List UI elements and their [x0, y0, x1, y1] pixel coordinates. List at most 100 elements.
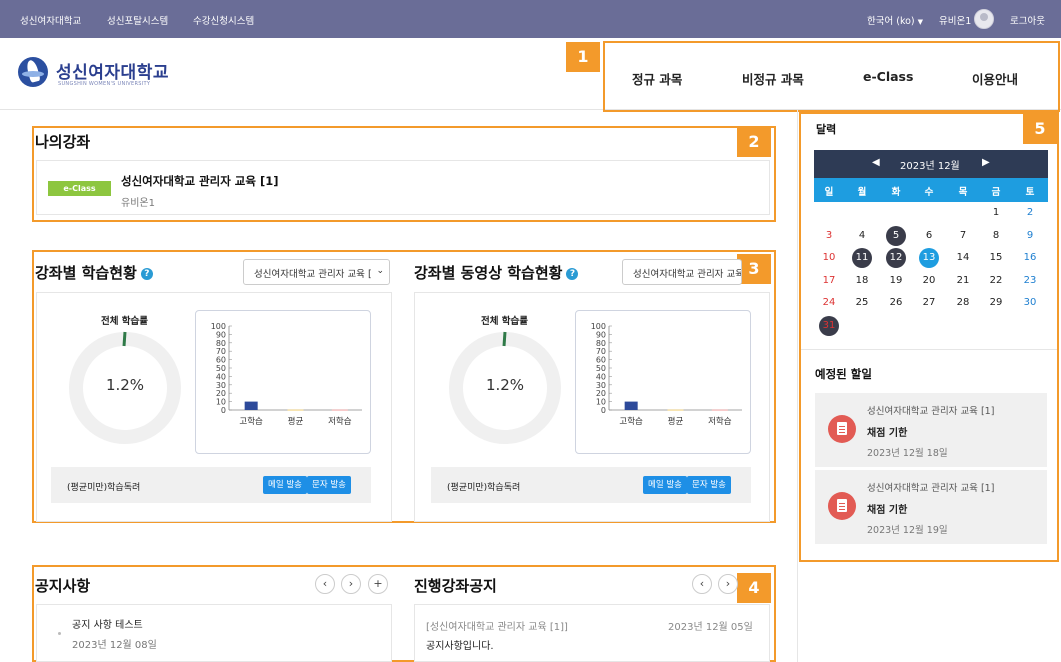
callout-1: 1 [566, 42, 600, 72]
calendar-day[interactable]: 17 [819, 271, 839, 291]
nav-irregular-course[interactable]: 비정규 과목 [742, 69, 804, 88]
calendar-day[interactable]: 24 [819, 293, 839, 313]
calendar-day[interactable]: 20 [919, 271, 939, 291]
notice-title[interactable]: 공지 사항 테스트 [72, 616, 143, 631]
todo-item[interactable]: 성신여자대학교 관리자 교육 [1] 채점 기한 2023년 12월 19일 [815, 470, 1047, 544]
logout-link[interactable]: 로그아웃 [1010, 13, 1045, 27]
callout-2: 2 [737, 127, 771, 157]
calendar-day[interactable]: 30 [1020, 293, 1040, 313]
calendar-day[interactable]: 12 [886, 248, 906, 268]
document-icon [828, 415, 856, 443]
callout-4: 4 [737, 573, 771, 603]
calendar-day[interactable]: 25 [852, 293, 872, 313]
weekday-label: 수 [924, 187, 934, 198]
course-notice-date: 2023년 12월 05일 [668, 622, 753, 633]
encourage-label: (평균미만)학습독려 [447, 483, 521, 493]
nav-eclass[interactable]: e-Class [863, 69, 913, 84]
calendar-day[interactable]: 19 [886, 271, 906, 291]
sms-send-button[interactable]: 문자 발송 [687, 476, 731, 494]
university-logo-icon[interactable] [18, 57, 48, 87]
bar-2 [711, 409, 728, 411]
calendar-day[interactable]: 21 [953, 271, 973, 291]
weekday-label: 일 [824, 187, 834, 198]
calendar-day[interactable]: 18 [852, 271, 872, 291]
mail-send-button[interactable]: 메일 발송 [643, 476, 687, 494]
calendar-day[interactable]: 2 [1020, 203, 1040, 223]
calendar-day[interactable]: 11 [852, 248, 872, 268]
study-course-select[interactable]: 성신여자대학교 관리자 교육 [⌄ [243, 259, 390, 285]
prev-arrow-icon[interactable]: ‹ [315, 574, 335, 594]
progress-tick [122, 331, 127, 347]
weekday-label: 월 [857, 187, 867, 198]
video-course-select[interactable]: 성신여자대학교 관리자 교육 [ [622, 259, 742, 285]
add-plus-icon[interactable]: + [368, 574, 388, 594]
next-arrow-icon[interactable]: › [718, 574, 738, 594]
mail-send-button[interactable]: 메일 발송 [263, 476, 307, 494]
calendar-day[interactable]: 23 [1020, 271, 1040, 291]
calendar-day[interactable]: 15 [986, 248, 1006, 268]
calendar-day[interactable]: 22 [986, 271, 1006, 291]
link-registration[interactable]: 수강신청시스템 [193, 13, 254, 27]
next-month-icon[interactable]: ▶ [982, 157, 990, 168]
calendar-header: ◀ 2023년 12월 ▶ [814, 150, 1048, 178]
prev-month-icon[interactable]: ◀ [872, 157, 880, 168]
nav-regular-course[interactable]: 정규 과목 [632, 69, 682, 88]
help-icon[interactable]: ? [566, 268, 579, 280]
next-arrow-icon[interactable]: › [341, 574, 361, 594]
calendar-title: 달력 [816, 123, 837, 136]
progress-percent: 1.2% [485, 376, 525, 394]
bar-1 [287, 409, 304, 411]
progress-tick [502, 331, 507, 347]
help-icon[interactable]: ? [140, 268, 153, 280]
bullet-icon [58, 632, 61, 635]
weekday-label: 화 [891, 187, 901, 198]
encourage-label: (평균미만)학습독려 [67, 483, 141, 493]
calendar-day[interactable]: 9 [1020, 226, 1040, 246]
study-course-select-value: 성신여자대학교 관리자 교육 [ [254, 269, 372, 280]
calendar-day[interactable]: 10 [819, 248, 839, 268]
course-professor: 유비온1 [121, 198, 155, 209]
calendar-day[interactable]: 4 [852, 226, 872, 246]
prev-arrow-icon[interactable]: ‹ [692, 574, 712, 594]
x-category-label: 저학습 [708, 416, 732, 427]
calendar-day[interactable]: 29 [986, 293, 1006, 313]
avatar[interactable] [974, 9, 994, 29]
bar-2 [331, 409, 348, 411]
calendar-day[interactable]: 16 [1020, 248, 1040, 268]
calendar-day[interactable]: 3 [819, 226, 839, 246]
video-status-title-text: 강좌별 동영상 학습현황 [414, 264, 563, 282]
calendar-day[interactable]: 31 [819, 315, 839, 336]
course-notice-text[interactable]: 공지사항입니다. [426, 637, 494, 652]
course-notices-card [414, 604, 770, 662]
calendar-day[interactable]: 13 [919, 248, 939, 268]
logo-text[interactable]: 성신여자대학교 [56, 58, 169, 83]
calendar-day[interactable]: 27 [919, 293, 939, 313]
progress-donut: 1.2% [449, 331, 561, 444]
logo-subtitle: SUNGSHIN WOMEN'S UNIVERSITY [58, 81, 151, 87]
x-category-label: 평균 [288, 416, 304, 427]
calendar-day[interactable]: 5 [886, 225, 906, 246]
column-divider [797, 110, 798, 662]
course-name[interactable]: 성신여자대학교 관리자 교육 [1] [121, 173, 278, 189]
calendar-day[interactable]: 7 [953, 226, 973, 246]
calendar-day[interactable]: 26 [886, 293, 906, 313]
calendar-day[interactable]: 28 [953, 293, 973, 313]
x-category-label: 고학습 [619, 416, 643, 427]
calendar-day[interactable]: 14 [953, 248, 973, 268]
weekday-label: 목 [958, 187, 968, 198]
link-portal[interactable]: 성신포탈시스템 [107, 13, 168, 27]
calendar-day[interactable]: 8 [986, 226, 1006, 246]
video-bar-chart: 100 90 80 70 60 50 40 30 20 10 0 고학습 평균 저학습 [575, 310, 751, 454]
calendar-day[interactable]: 1 [986, 203, 1006, 223]
video-bar-chart-svg: 1009080706050403020100고학습 평균 저학습 [591, 322, 742, 427]
nav-guide[interactable]: 이용안내 [972, 69, 1018, 88]
x-category-label: 평균 [668, 416, 684, 427]
language-selector[interactable]: 한국어 (ko) ▼ [867, 13, 923, 27]
sms-send-button[interactable]: 문자 발송 [307, 476, 351, 494]
user-name[interactable]: 유비온1 [939, 13, 971, 27]
calendar-day[interactable]: 6 [919, 226, 939, 246]
todo-item[interactable]: 성신여자대학교 관리자 교육 [1] 채점 기한 2023년 12월 18일 [815, 393, 1047, 467]
donut-title: 전체 학습률 [481, 316, 529, 327]
link-sungshin[interactable]: 성신여자대학교 [20, 13, 81, 27]
x-category-label: 고학습 [239, 416, 263, 427]
